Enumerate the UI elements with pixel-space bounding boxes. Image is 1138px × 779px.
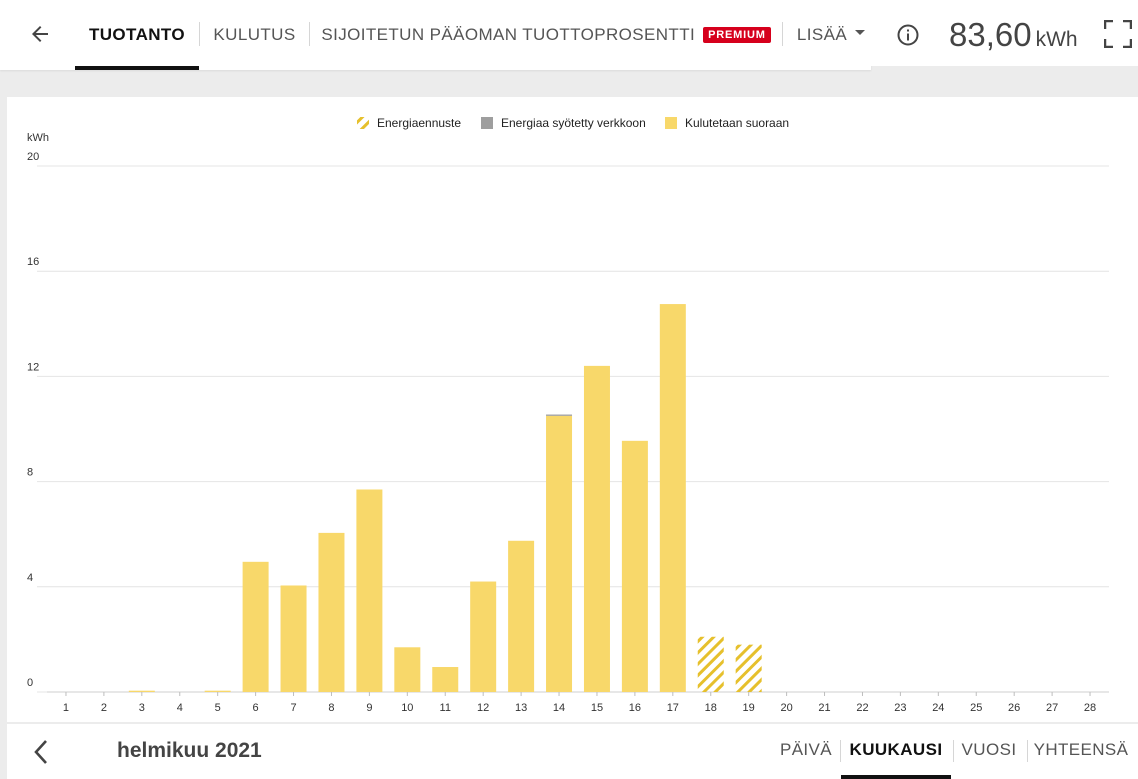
legend-label: Energiaa syötetty verkkoon: [501, 116, 646, 130]
bar-direct-use: [546, 415, 573, 692]
fullscreen-icon: [1103, 19, 1133, 49]
x-tick-label: 7: [290, 702, 296, 714]
x-tick-label: 22: [856, 702, 868, 714]
x-tick-label: 5: [215, 702, 221, 714]
bar-direct-use: [432, 667, 459, 692]
back-button[interactable]: [20, 16, 60, 52]
period-tab-day[interactable]: PÄIVÄ: [774, 724, 838, 776]
x-tick-label: 6: [253, 702, 259, 714]
back-arrow-icon: [32, 26, 48, 42]
total-energy: 83,60 kWh: [949, 16, 1078, 54]
legend-swatch: [357, 117, 369, 129]
total-energy-unit: kWh: [1035, 28, 1078, 51]
y-tick-label: 12: [27, 361, 39, 373]
bar-forecast: [735, 644, 762, 692]
bar-direct-use: [318, 532, 345, 692]
legend-label: Energiaennuste: [377, 116, 461, 130]
fullscreen-button[interactable]: [1103, 19, 1133, 49]
period-tab-month[interactable]: KUUKAUSI: [841, 724, 951, 779]
y-tick-label: 4: [27, 572, 33, 584]
x-tick-label: 9: [366, 702, 372, 714]
bar-direct-use: [470, 581, 497, 692]
x-tick-label: 1: [63, 702, 69, 714]
x-tick-label: 21: [818, 702, 830, 714]
bar-direct-use: [508, 540, 535, 692]
bar-direct-use: [659, 304, 686, 692]
tab-kulutus[interactable]: KULUTUS: [200, 0, 309, 70]
period-tab-total[interactable]: YHTEENSÄ: [1028, 724, 1134, 776]
tab-roi[interactable]: SIJOITETUN PÄÄOMAN TUOTTOPROSENTTI PREMI…: [310, 0, 782, 70]
period-tab-label: YHTEENSÄ: [1033, 740, 1129, 759]
x-tick-label: 26: [1008, 702, 1020, 714]
y-tick-label: 8: [27, 467, 33, 479]
bar-direct-use: [280, 585, 307, 692]
y-tick-label: 0: [27, 677, 33, 689]
x-tick-label: 12: [477, 702, 489, 714]
x-tick-label: 13: [515, 702, 527, 714]
period-label: helmikuu 2021: [117, 739, 262, 762]
tab-label: LISÄÄ: [796, 25, 848, 44]
x-tick-label: 14: [553, 702, 565, 714]
bar-direct-use: [394, 647, 421, 692]
legend-label: Kulutetaan suoraan: [685, 116, 789, 130]
bar-direct-use: [356, 489, 383, 692]
x-tick-label: 2: [101, 702, 107, 714]
total-energy-value: 83,60: [949, 16, 1032, 53]
x-tick-label: 16: [629, 702, 641, 714]
bar-direct-use: [128, 690, 155, 692]
bar-direct-use: [242, 561, 269, 692]
x-tick-label: 18: [705, 702, 717, 714]
x-tick-label: 10: [401, 702, 413, 714]
chevron-left-icon: [34, 740, 47, 764]
tab-label: KULUTUS: [213, 25, 296, 44]
bar-direct-use: [583, 365, 610, 692]
bar-direct-use: [204, 690, 231, 692]
tab-label: SIJOITETUN PÄÄOMAN TUOTTOPROSENTTI: [321, 25, 696, 44]
tab-label: TUOTANTO: [88, 25, 186, 44]
x-tick-label: 3: [139, 702, 145, 714]
x-tick-label: 25: [970, 702, 982, 714]
x-tick-label: 19: [743, 702, 755, 714]
y-tick-label: 20: [27, 151, 39, 163]
y-axis-label: kWh: [27, 132, 49, 144]
x-tick-label: 11: [440, 702, 451, 714]
x-tick-label: 17: [667, 702, 679, 714]
header-summary: 83,60 kWh: [871, 0, 1138, 66]
info-button[interactable]: [896, 23, 920, 47]
x-tick-label: 23: [894, 702, 906, 714]
period-tab-year[interactable]: VUOSI: [954, 724, 1024, 776]
x-tick-label: 27: [1046, 702, 1058, 714]
chevron-down-icon: [855, 29, 866, 35]
top-navigation-bar: TUOTANTO KULUTUS SIJOITETUN PÄÄOMAN TUOT…: [0, 0, 871, 70]
bar-forecast: [697, 636, 724, 692]
x-tick-label: 20: [780, 702, 792, 714]
x-tick-label: 8: [328, 702, 334, 714]
chart-panel: 0 4 8 12 16 20 kWh 1 2 3 4 5 6 7 8 9 10 11 12 13 14 15 16 17 18 1…: [7, 97, 1138, 722]
bar-fed-to-grid: [546, 414, 573, 416]
x-tick-label: 15: [591, 702, 603, 714]
period-tab-label: PÄIVÄ: [779, 740, 833, 759]
legend-swatch: [665, 117, 677, 129]
bar-direct-use: [621, 440, 648, 692]
period-tab-label: KUUKAUSI: [849, 740, 943, 759]
x-tick-label: 28: [1084, 702, 1096, 714]
period-bar: helmikuu 2021 PÄIVÄ KUUKAUSI VUOSI YHTEE…: [7, 724, 1138, 779]
legend-swatch: [481, 117, 493, 129]
tab-tuotanto[interactable]: TUOTANTO: [75, 0, 199, 70]
premium-badge: PREMIUM: [703, 27, 771, 43]
tab-more-dropdown[interactable]: LISÄÄ: [783, 0, 879, 70]
previous-period-button[interactable]: [27, 736, 55, 768]
x-tick-label: 24: [932, 702, 944, 714]
period-tab-label: VUOSI: [961, 740, 1017, 759]
x-tick-label: 4: [177, 702, 183, 714]
info-icon: [897, 24, 919, 46]
production-bar-chart: 048121620kWh1 2 3 4 5 6 7 8 9 10 11 12 13 14 15 16 17 18 1…: [27, 116, 1109, 714]
y-tick-label: 16: [27, 256, 39, 268]
